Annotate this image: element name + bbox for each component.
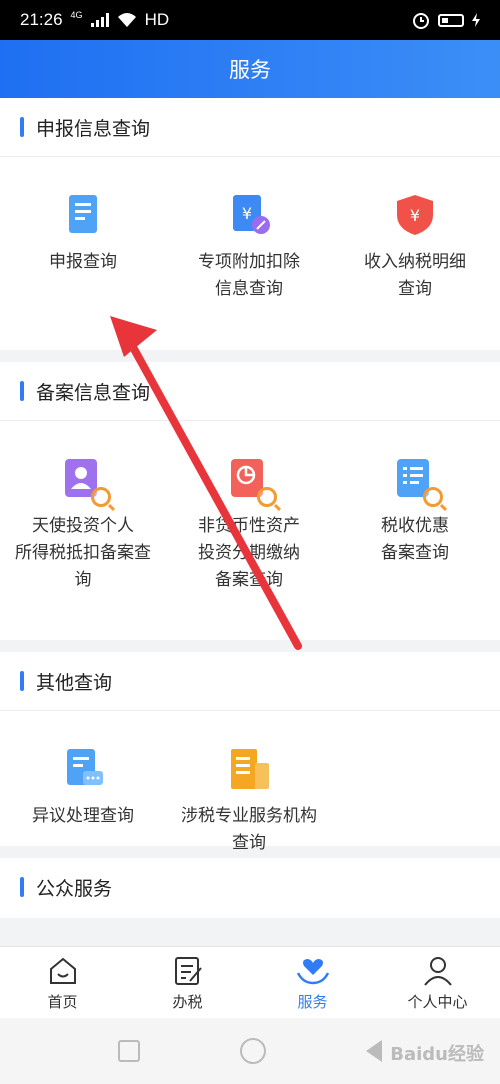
tax-form-icon [174,956,202,985]
home-nav-button[interactable] [240,1038,266,1064]
objection-query-item[interactable]: 异议处理查询 [0,747,166,857]
home-icon [49,957,76,984]
wifi-icon [117,13,136,27]
tab-tax[interactable]: 办税 [125,947,250,1019]
section-public-service: 公众服务 [0,858,500,918]
list-search-icon [393,457,443,507]
section-title: 备案信息查询 [0,362,500,421]
income-tax-detail-query-item[interactable]: ¥ 收入纳税明细 查询 [332,193,498,303]
hd-label: HD [144,10,170,29]
back-nav-button[interactable] [366,1040,382,1062]
tab-personal-center[interactable]: 个人中心 [375,947,500,1019]
section-other-query: 其他查询 异议处理查询 涉税专业服务机构 查询 [0,652,500,853]
user-search-icon [61,457,111,507]
tax-preference-filing-item[interactable]: 税收优惠 备案查询 [332,457,498,594]
clock-time: 21:26 [20,10,63,29]
section-title: 公众服务 [0,858,500,916]
svg-text:¥: ¥ [242,204,252,223]
chat-document-icon [67,749,103,785]
declaration-query-item[interactable]: 申报查询 [0,193,166,303]
section-title: 申报信息查询 [0,98,500,157]
content-area[interactable]: 申报信息查询 申报查询 ¥ 专项附加扣除 信息查询 ¥ 收入纳税明细 查询 备案… [0,98,500,946]
signal-icon [90,13,109,27]
person-icon [423,956,452,986]
special-deduction-query-item[interactable]: ¥ 专项附加扣除 信息查询 [166,193,332,303]
watermark: Baidu经验 [390,1044,484,1065]
section-title: 其他查询 [0,652,500,711]
heart-hand-icon [296,958,329,984]
non-monetary-asset-filing-item[interactable]: 非货币性资产 投资分期缴纳 备案查询 [166,457,332,594]
alarm-icon [413,13,429,29]
shield-yen-icon: ¥ [397,195,433,235]
recent-apps-button[interactable] [118,1040,140,1062]
page-title: 服务 [229,58,271,82]
status-bar: 21:26 4G HD [0,0,500,40]
charging-icon [472,13,480,27]
system-nav-bar: Baidu经验 [0,1018,500,1084]
svg-text:¥: ¥ [410,206,420,225]
network-type: 4G [70,10,83,20]
battery-icon [438,13,464,27]
document-icon [69,195,97,233]
bottom-tab-bar: 首页 办税 服务 个人中心 [0,946,500,1019]
tax-service-agency-query-item[interactable]: 涉税专业服务机构 查询 [166,747,332,857]
section-filing-query: 备案信息查询 天使投资个人 所得税抵扣备案查 询 非货币性资产 投资分期缴纳 备… [0,362,500,640]
building-icon [231,749,269,789]
tab-service[interactable]: 服务 [250,947,375,1019]
section-declaration-query: 申报信息查询 申报查询 ¥ 专项附加扣除 信息查询 ¥ 收入纳税明细 查询 [0,98,500,350]
chart-search-icon [227,457,277,507]
tab-home[interactable]: 首页 [0,947,125,1019]
angel-investment-filing-item[interactable]: 天使投资个人 所得税抵扣备案查 询 [0,457,166,594]
deduction-doc-icon: ¥ [233,195,270,234]
app-header: 服务 [0,40,500,98]
